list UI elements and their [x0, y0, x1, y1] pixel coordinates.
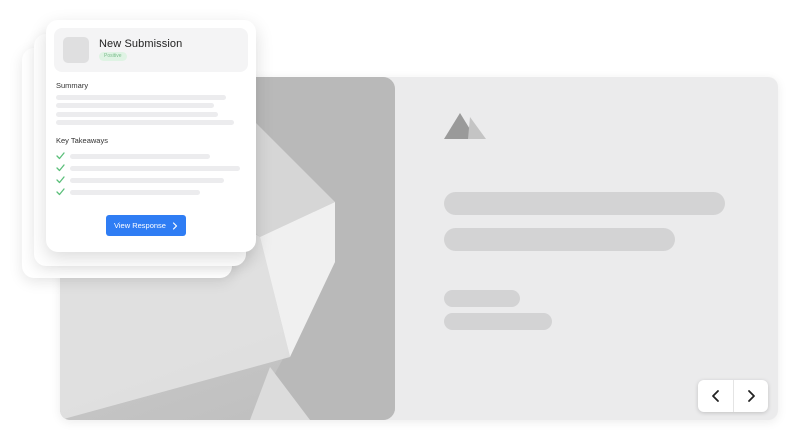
chevron-right-icon — [172, 221, 178, 230]
carousel-nav — [698, 380, 768, 412]
summary-line — [56, 120, 234, 125]
card-header: New Submission Positive — [54, 28, 248, 72]
summary-label: Summary — [56, 81, 89, 90]
summary-line — [56, 112, 218, 117]
chevron-right-icon — [748, 390, 755, 402]
check-icon — [56, 164, 65, 172]
prev-button[interactable] — [698, 380, 733, 412]
submission-card: New Submission Positive Summary Key Take… — [46, 20, 256, 252]
takeaway-line — [70, 190, 200, 195]
sentiment-badge: Positive — [99, 52, 127, 61]
next-button[interactable] — [733, 380, 768, 412]
placeholder-text-line-1 — [444, 290, 520, 307]
summary-line — [56, 103, 214, 108]
view-response-button[interactable]: View Response — [106, 215, 186, 236]
placeholder-heading-line-2 — [444, 228, 675, 251]
check-icon — [56, 176, 65, 184]
takeaway-line — [70, 166, 240, 171]
placeholder-heading-line-1 — [444, 192, 725, 215]
mountain-logo-icon — [444, 113, 488, 146]
check-icon — [56, 188, 65, 196]
takeaway-line — [70, 178, 224, 183]
takeaway-line — [70, 154, 210, 159]
key-takeaways-label: Key Takeaways — [56, 136, 108, 145]
placeholder-text-line-2 — [444, 313, 552, 330]
check-icon — [56, 152, 65, 160]
view-response-label: View Response — [114, 221, 166, 230]
chevron-left-icon — [711, 390, 719, 402]
stage: New Submission Positive Summary Key Take… — [0, 0, 800, 445]
card-title: New Submission — [99, 38, 183, 50]
summary-line — [56, 95, 226, 100]
avatar — [63, 37, 89, 63]
